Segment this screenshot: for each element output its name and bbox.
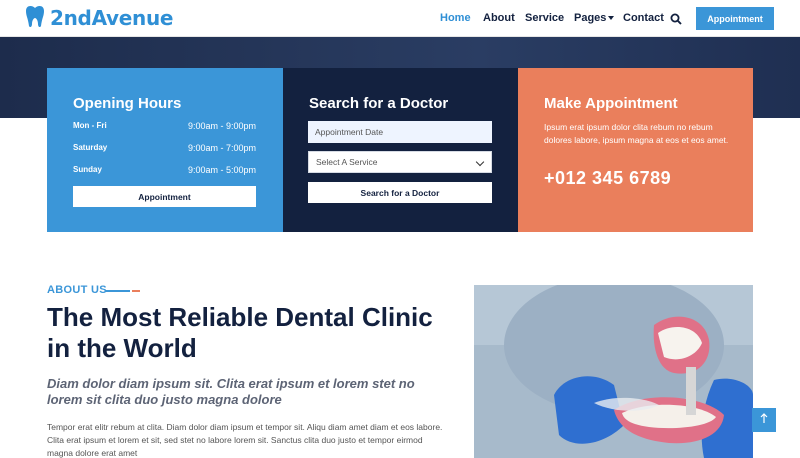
search-icon[interactable]: [670, 12, 682, 25]
nav-home[interactable]: Home: [440, 12, 471, 24]
chevron-down-icon: [475, 157, 485, 167]
nav-pages[interactable]: Pages: [574, 12, 615, 24]
about-us-label: ABOUT US: [47, 284, 107, 296]
make-appointment-text: Ipsum erat ipsum dolor clita rebum no re…: [544, 122, 729, 145]
nav-about[interactable]: About: [483, 12, 515, 24]
about-body: Tempor erat elitr rebum at clita. Diam d…: [47, 422, 443, 458]
navbar: 2ndAvenue Home About Service Pages Conta…: [0, 0, 800, 37]
nav-appointment-button[interactable]: Appointment: [696, 7, 774, 30]
phone-number[interactable]: +012 345 6789: [544, 168, 671, 189]
about-subtitle: Diam dolor diam ipsum sit. Clita erat ip…: [47, 376, 415, 407]
opening-hours-panel: Opening Hours Mon - Fri 9:00am - 9:00pm …: [47, 68, 283, 232]
service-select-value: Select A Service: [316, 157, 378, 167]
arrow-up-icon: [760, 411, 768, 429]
caret-down-icon: [608, 16, 615, 21]
hours-day: Mon - Fri: [73, 121, 107, 130]
make-appointment-panel: Make Appointment Ipsum erat ipsum dolor …: [518, 68, 753, 232]
search-doctor-button[interactable]: Search for a Doctor: [308, 182, 492, 203]
about-title: The Most Reliable Dental Clinic in the W…: [47, 302, 433, 363]
tooth-icon: [24, 4, 46, 33]
hours-time: 9:00am - 5:00pm: [187, 165, 256, 175]
label-divider-accent: [132, 290, 140, 292]
hours-appointment-button[interactable]: Appointment: [73, 186, 256, 207]
dental-model-photo: [474, 285, 753, 458]
hours-time: 9:00am - 7:00pm: [187, 143, 256, 153]
nav-service[interactable]: Service: [525, 12, 564, 24]
appointment-date-field[interactable]: Appointment Date: [308, 121, 492, 143]
search-doctor-title: Search for a Doctor: [309, 95, 449, 112]
make-appointment-title: Make Appointment: [544, 95, 678, 112]
back-to-top-button[interactable]: [752, 408, 776, 432]
nav-contact[interactable]: Contact: [623, 12, 664, 24]
service-select[interactable]: Select A Service: [308, 151, 492, 173]
nav-pages-label: Pages: [574, 12, 607, 24]
brand-name: 2ndAvenue: [50, 6, 174, 30]
brand-logo[interactable]: 2ndAvenue: [24, 5, 173, 31]
search-doctor-panel: Search for a Doctor Appointment Date Sel…: [283, 68, 518, 232]
opening-hours-title: Opening Hours: [73, 95, 182, 112]
hours-day: Sunday: [73, 165, 102, 174]
label-divider: [106, 290, 130, 292]
hours-time: 9:00am - 9:00pm: [187, 121, 256, 131]
hours-day: Saturday: [73, 143, 108, 152]
